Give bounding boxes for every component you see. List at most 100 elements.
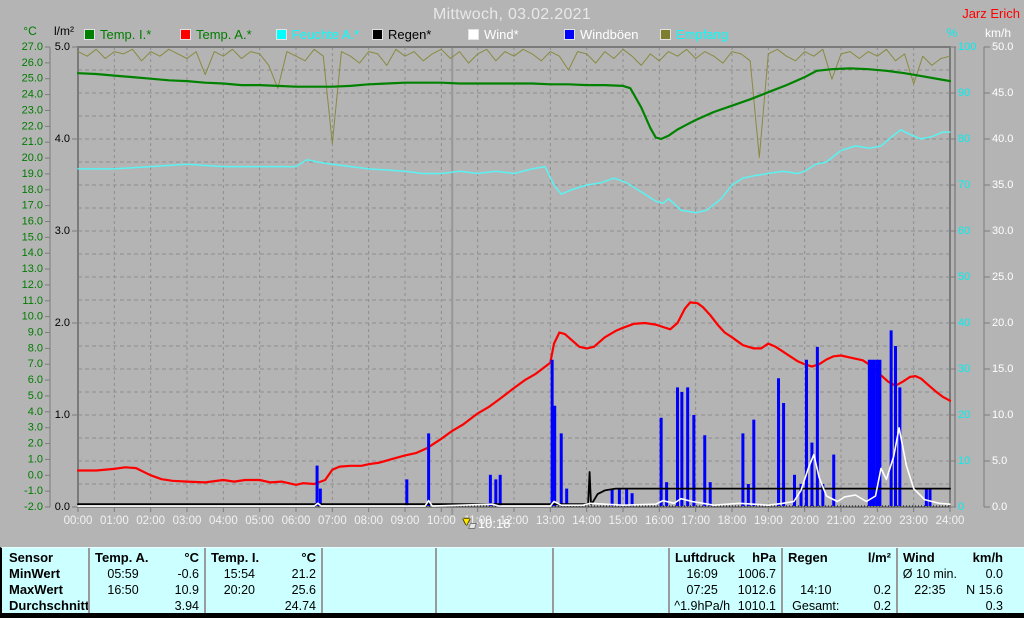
svg-text:60: 60 [958, 225, 970, 237]
stats-cell-value: 0.2 [873, 583, 891, 597]
stats-col-luftdruck: Luftdruck hPa 16:09 1006.7 07:25 1012.6 ^1.9hP… [668, 548, 781, 613]
stats-cell-value [388, 598, 435, 614]
stats-cell-value: 3.94 [174, 599, 199, 613]
stats-cell-time: 14:10 [800, 583, 832, 597]
svg-text:22:00: 22:00 [863, 515, 892, 527]
stats-cell-time [323, 582, 388, 598]
svg-text:10:00: 10:00 [427, 515, 456, 527]
svg-text:08:00: 08:00 [354, 515, 383, 527]
stats-cell-value [620, 566, 668, 582]
stats-cell-value [504, 566, 552, 582]
stats-row-label: MinWert [9, 566, 61, 581]
stats-cell-value: 1012.6 [737, 583, 776, 597]
cursor-page-icon [467, 523, 477, 529]
stats-cell-time: Ø 10 min. [902, 567, 957, 581]
stats-cell-value: 0.2 [873, 599, 891, 613]
svg-text:0.0: 0.0 [55, 501, 70, 513]
stats-cell-time: 22:35 [914, 583, 946, 597]
stats-col-wind: Wind km/h Ø 10 min. 0.0 22:35 N 15.6 0.3 [896, 548, 1008, 613]
svg-text:6.0: 6.0 [28, 374, 43, 386]
svg-text:3.0: 3.0 [55, 225, 70, 237]
svg-text:11.0: 11.0 [22, 295, 43, 307]
stats-col-temp-i-: Temp. I. °C 15:54 21.2 20:20 25.6 24.74 [204, 548, 321, 613]
svg-text:21:00: 21:00 [827, 515, 856, 527]
footer-bar [0, 613, 1024, 618]
grid-lines [78, 47, 950, 507]
cursor-time-marker[interactable]: ▼ 10:18 [461, 516, 510, 531]
stats-cell-time: 16:09 [686, 567, 718, 581]
svg-text:20.0: 20.0 [992, 317, 1013, 329]
stats-cell-value: 1010.1 [737, 599, 776, 613]
svg-text:80: 80 [958, 133, 970, 145]
svg-text:18.0: 18.0 [22, 184, 43, 196]
svg-text:10.0: 10.0 [992, 409, 1013, 421]
stats-cell-value [620, 582, 668, 598]
stats-col-empty-3 [435, 548, 552, 613]
svg-text:24:00: 24:00 [936, 515, 965, 527]
stats-row-labels: Sensor MinWert MaxWert Durchschnitt [2, 548, 90, 613]
svg-text:16.0: 16.0 [22, 215, 43, 227]
svg-text:26.0: 26.0 [22, 57, 43, 69]
stats-cell-time [437, 582, 504, 598]
svg-text:00:00: 00:00 [64, 515, 93, 527]
stats-cell-time: ^1.9hPa/h [674, 599, 731, 613]
svg-text:19:00: 19:00 [754, 515, 783, 527]
stats-cell-time [554, 566, 620, 582]
stats-cell-time [554, 598, 620, 614]
svg-text:45.0: 45.0 [992, 87, 1013, 99]
svg-text:05:00: 05:00 [245, 515, 274, 527]
svg-text:9.0: 9.0 [28, 327, 43, 339]
stats-col-name [437, 550, 504, 566]
svg-text:35.0: 35.0 [992, 179, 1013, 191]
svg-text:7.0: 7.0 [28, 358, 43, 370]
stats-col-unit: °C [184, 550, 199, 565]
svg-text:100: 100 [958, 41, 976, 53]
svg-text:8.0: 8.0 [28, 342, 43, 354]
stats-col-name: Luftdruck [675, 550, 735, 565]
svg-text:23.0: 23.0 [22, 104, 43, 116]
svg-text:1.0: 1.0 [28, 453, 43, 465]
svg-text:15.0: 15.0 [992, 363, 1013, 375]
stats-cell-value [620, 598, 668, 614]
svg-text:16:00: 16:00 [645, 515, 674, 527]
stats-cell-time: 05:59 [107, 567, 139, 581]
humidity-axis-axis: 1009080706050403020100 [950, 41, 976, 513]
stats-cell-value [388, 566, 435, 582]
svg-text:27.0: 27.0 [22, 41, 43, 53]
svg-text:5.0: 5.0 [992, 455, 1007, 467]
stats-col-name [554, 550, 620, 566]
wind-axis-axis: 50.0 45.0 40.0 35.0 30.0 25.0 20.0 15.0 10.0 5.0 0… [983, 41, 1013, 513]
svg-text:2.0: 2.0 [55, 317, 70, 329]
stats-row-label: Sensor [9, 550, 54, 565]
stats-cell-value: N 15.6 [966, 583, 1003, 597]
svg-text:20:00: 20:00 [790, 515, 819, 527]
stats-cell-value: 25.6 [291, 583, 316, 597]
stats-col-empty-2 [321, 548, 435, 613]
svg-text:20: 20 [958, 409, 970, 421]
stats-cell-time [783, 566, 849, 582]
svg-text:25.0: 25.0 [992, 271, 1013, 283]
stats-cell-time: 20:20 [223, 583, 255, 597]
svg-text:1.0: 1.0 [55, 409, 70, 421]
svg-text:15:00: 15:00 [609, 515, 638, 527]
svg-text:13:00: 13:00 [536, 515, 565, 527]
chart-plot[interactable]: 27.0 26.0 25.0 24.0 23.0 22.0 21.0 20.0 19.0 18.0… [0, 0, 1024, 545]
stats-cell-time [90, 598, 156, 614]
temp-axis-axis: 27.0 26.0 25.0 24.0 23.0 22.0 21.0 20.0 19.0 18.0… [22, 41, 51, 513]
svg-text:23:00: 23:00 [899, 515, 928, 527]
stats-row-label: Durchschnitt [9, 598, 90, 613]
stats-col-unit [388, 550, 435, 566]
svg-text:4.0: 4.0 [55, 133, 70, 145]
stats-cell-time: 16:50 [107, 583, 139, 597]
svg-text:5.0: 5.0 [28, 390, 43, 402]
stats-cell-time [898, 598, 962, 614]
stats-cell-value: 10.9 [174, 583, 199, 597]
svg-text:18:00: 18:00 [718, 515, 747, 527]
svg-text:40: 40 [958, 317, 970, 329]
stats-col-name: Temp. I. [211, 550, 260, 565]
svg-text:5.0: 5.0 [55, 41, 70, 53]
svg-text:06:00: 06:00 [282, 515, 311, 527]
stats-col-name: Regen [788, 550, 828, 565]
svg-text:12.0: 12.0 [22, 279, 43, 291]
stats-col-unit [620, 550, 668, 566]
